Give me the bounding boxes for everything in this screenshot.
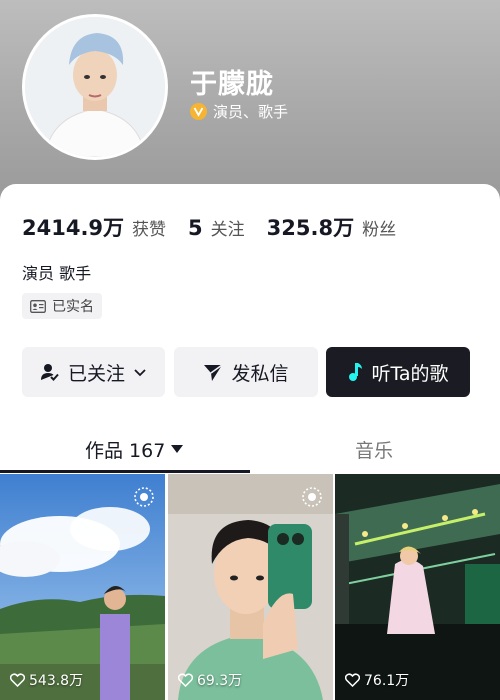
- stat-following-label: 关注: [210, 220, 245, 240]
- followed-button[interactable]: 已关注: [22, 347, 165, 397]
- send-message-label: 发私信: [231, 362, 289, 385]
- send-message-button[interactable]: 发私信: [174, 347, 318, 397]
- tab-works[interactable]: 作品 167: [85, 436, 184, 463]
- verify-text: 演员、歌手: [213, 103, 289, 121]
- verified-badge-icon: [190, 103, 207, 120]
- pinned-icon: [301, 486, 323, 512]
- stat-followers-value: 325.8万: [266, 216, 355, 240]
- send-icon: [204, 364, 223, 381]
- stat-following-value: 5: [188, 216, 203, 240]
- content-tabs: 作品 167 音乐: [0, 430, 500, 474]
- stats-row: 2414.9万 获赞 5 关注 325.8万 粉丝: [22, 212, 396, 242]
- followed-label: 已关注: [67, 362, 125, 385]
- video-thumbnail[interactable]: 76.1万: [335, 474, 500, 700]
- caret-down-icon: [171, 445, 184, 453]
- verify-line: 演员、歌手: [190, 101, 288, 122]
- bio-text: 演员 歌手: [22, 264, 92, 283]
- chevron-down-icon: [134, 369, 146, 377]
- video-likes: 76.1万: [345, 670, 409, 690]
- video-likes-count: 543.8万: [29, 673, 84, 689]
- video-thumbnail[interactable]: 543.8万: [0, 474, 165, 700]
- real-name-text: 已实名: [52, 299, 94, 315]
- pinned-icon: [133, 486, 155, 512]
- profile-header: 于朦胧 演员、歌手: [0, 0, 500, 200]
- video-cover-image: [335, 474, 500, 700]
- real-name-badge: 已实名: [22, 293, 102, 319]
- stat-likes[interactable]: 2414.9万 获赞: [22, 212, 166, 242]
- video-grid: 543.8万 69.3万 76.1万: [0, 474, 500, 700]
- heart-icon: [10, 673, 25, 687]
- music-note-icon: [349, 363, 363, 381]
- video-likes: 543.8万: [10, 670, 83, 690]
- video-likes: 69.3万: [178, 670, 242, 690]
- listen-music-button[interactable]: 听Ta的歌: [326, 347, 470, 397]
- stat-likes-value: 2414.9万: [22, 216, 125, 240]
- listen-music-label: 听Ta的歌: [371, 362, 449, 385]
- stat-following[interactable]: 5 关注: [188, 215, 245, 240]
- video-thumbnail[interactable]: 69.3万: [168, 474, 333, 700]
- stat-likes-label: 获赞: [132, 220, 167, 240]
- video-likes-count: 76.1万: [364, 673, 410, 689]
- tab-music[interactable]: 音乐: [355, 436, 393, 463]
- tab-works-label: 作品 167: [85, 440, 166, 462]
- id-card-icon: [30, 299, 46, 313]
- avatar[interactable]: [22, 14, 168, 160]
- heart-icon: [345, 673, 360, 687]
- tab-underline: [0, 470, 250, 473]
- stat-followers[interactable]: 325.8万 粉丝: [267, 212, 396, 242]
- heart-icon: [178, 673, 193, 687]
- stat-followers-label: 粉丝: [362, 220, 397, 240]
- video-likes-count: 69.3万: [197, 673, 243, 689]
- avatar-image: [25, 17, 165, 157]
- profile-name: 于朦胧: [190, 69, 274, 100]
- user-check-icon: [40, 364, 59, 381]
